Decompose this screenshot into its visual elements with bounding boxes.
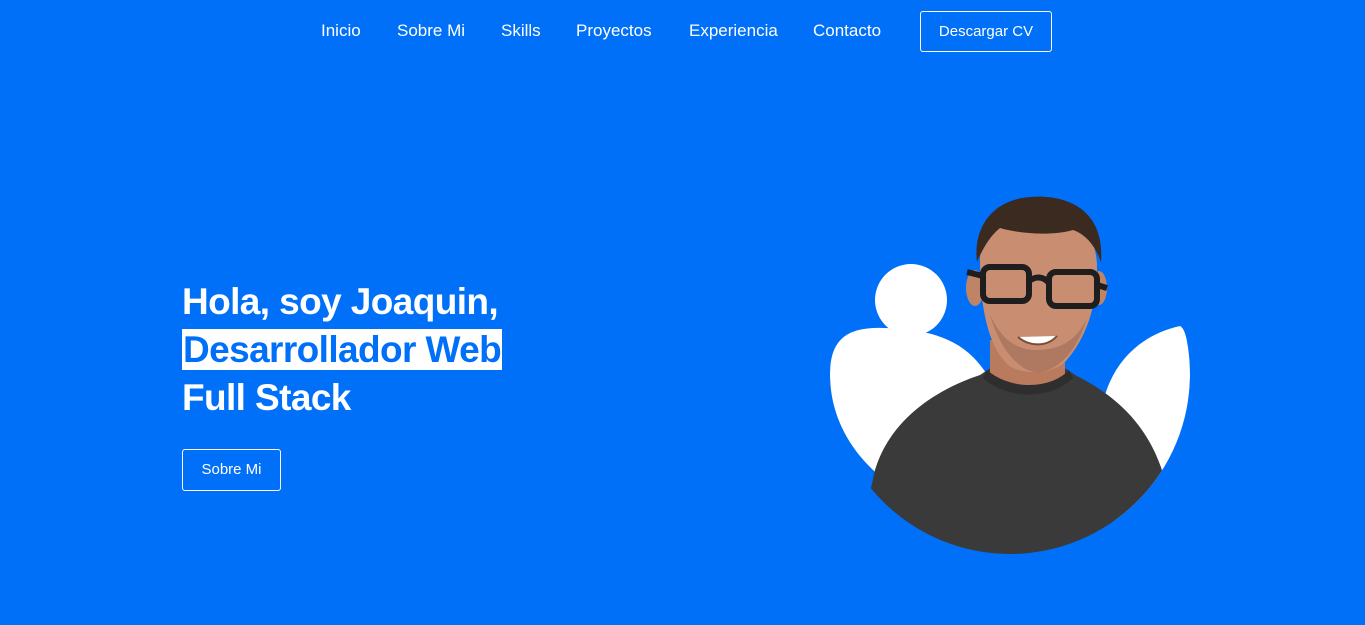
hero-role-highlight: Desarrollador Web: [182, 329, 503, 370]
download-cv-button[interactable]: Descargar CV: [920, 11, 1052, 52]
hero-greeting: Hola, soy Joaquin,: [182, 281, 499, 322]
nav-link-experiencia[interactable]: Experiencia: [689, 20, 778, 42]
hero-role-line: Desarrollador Web: [182, 326, 702, 374]
top-navigation: Inicio Sobre Mi Skills Proyectos Experie…: [0, 0, 1365, 62]
hero-role-suffix: Full Stack: [182, 377, 351, 418]
nav-link-proyectos[interactable]: Proyectos: [576, 20, 652, 42]
profile-portrait: [830, 196, 1190, 554]
about-me-button[interactable]: Sobre Mi: [182, 449, 281, 491]
nav-link-sobre-mi[interactable]: Sobre Mi: [397, 20, 465, 42]
nav-link-contacto[interactable]: Contacto: [813, 20, 881, 42]
hero-heading: Hola, soy Joaquin, Desarrollador Web Ful…: [182, 278, 702, 422]
person-head: [966, 196, 1108, 373]
nav-link-skills[interactable]: Skills: [501, 20, 541, 42]
nav-link-inicio[interactable]: Inicio: [321, 20, 361, 42]
